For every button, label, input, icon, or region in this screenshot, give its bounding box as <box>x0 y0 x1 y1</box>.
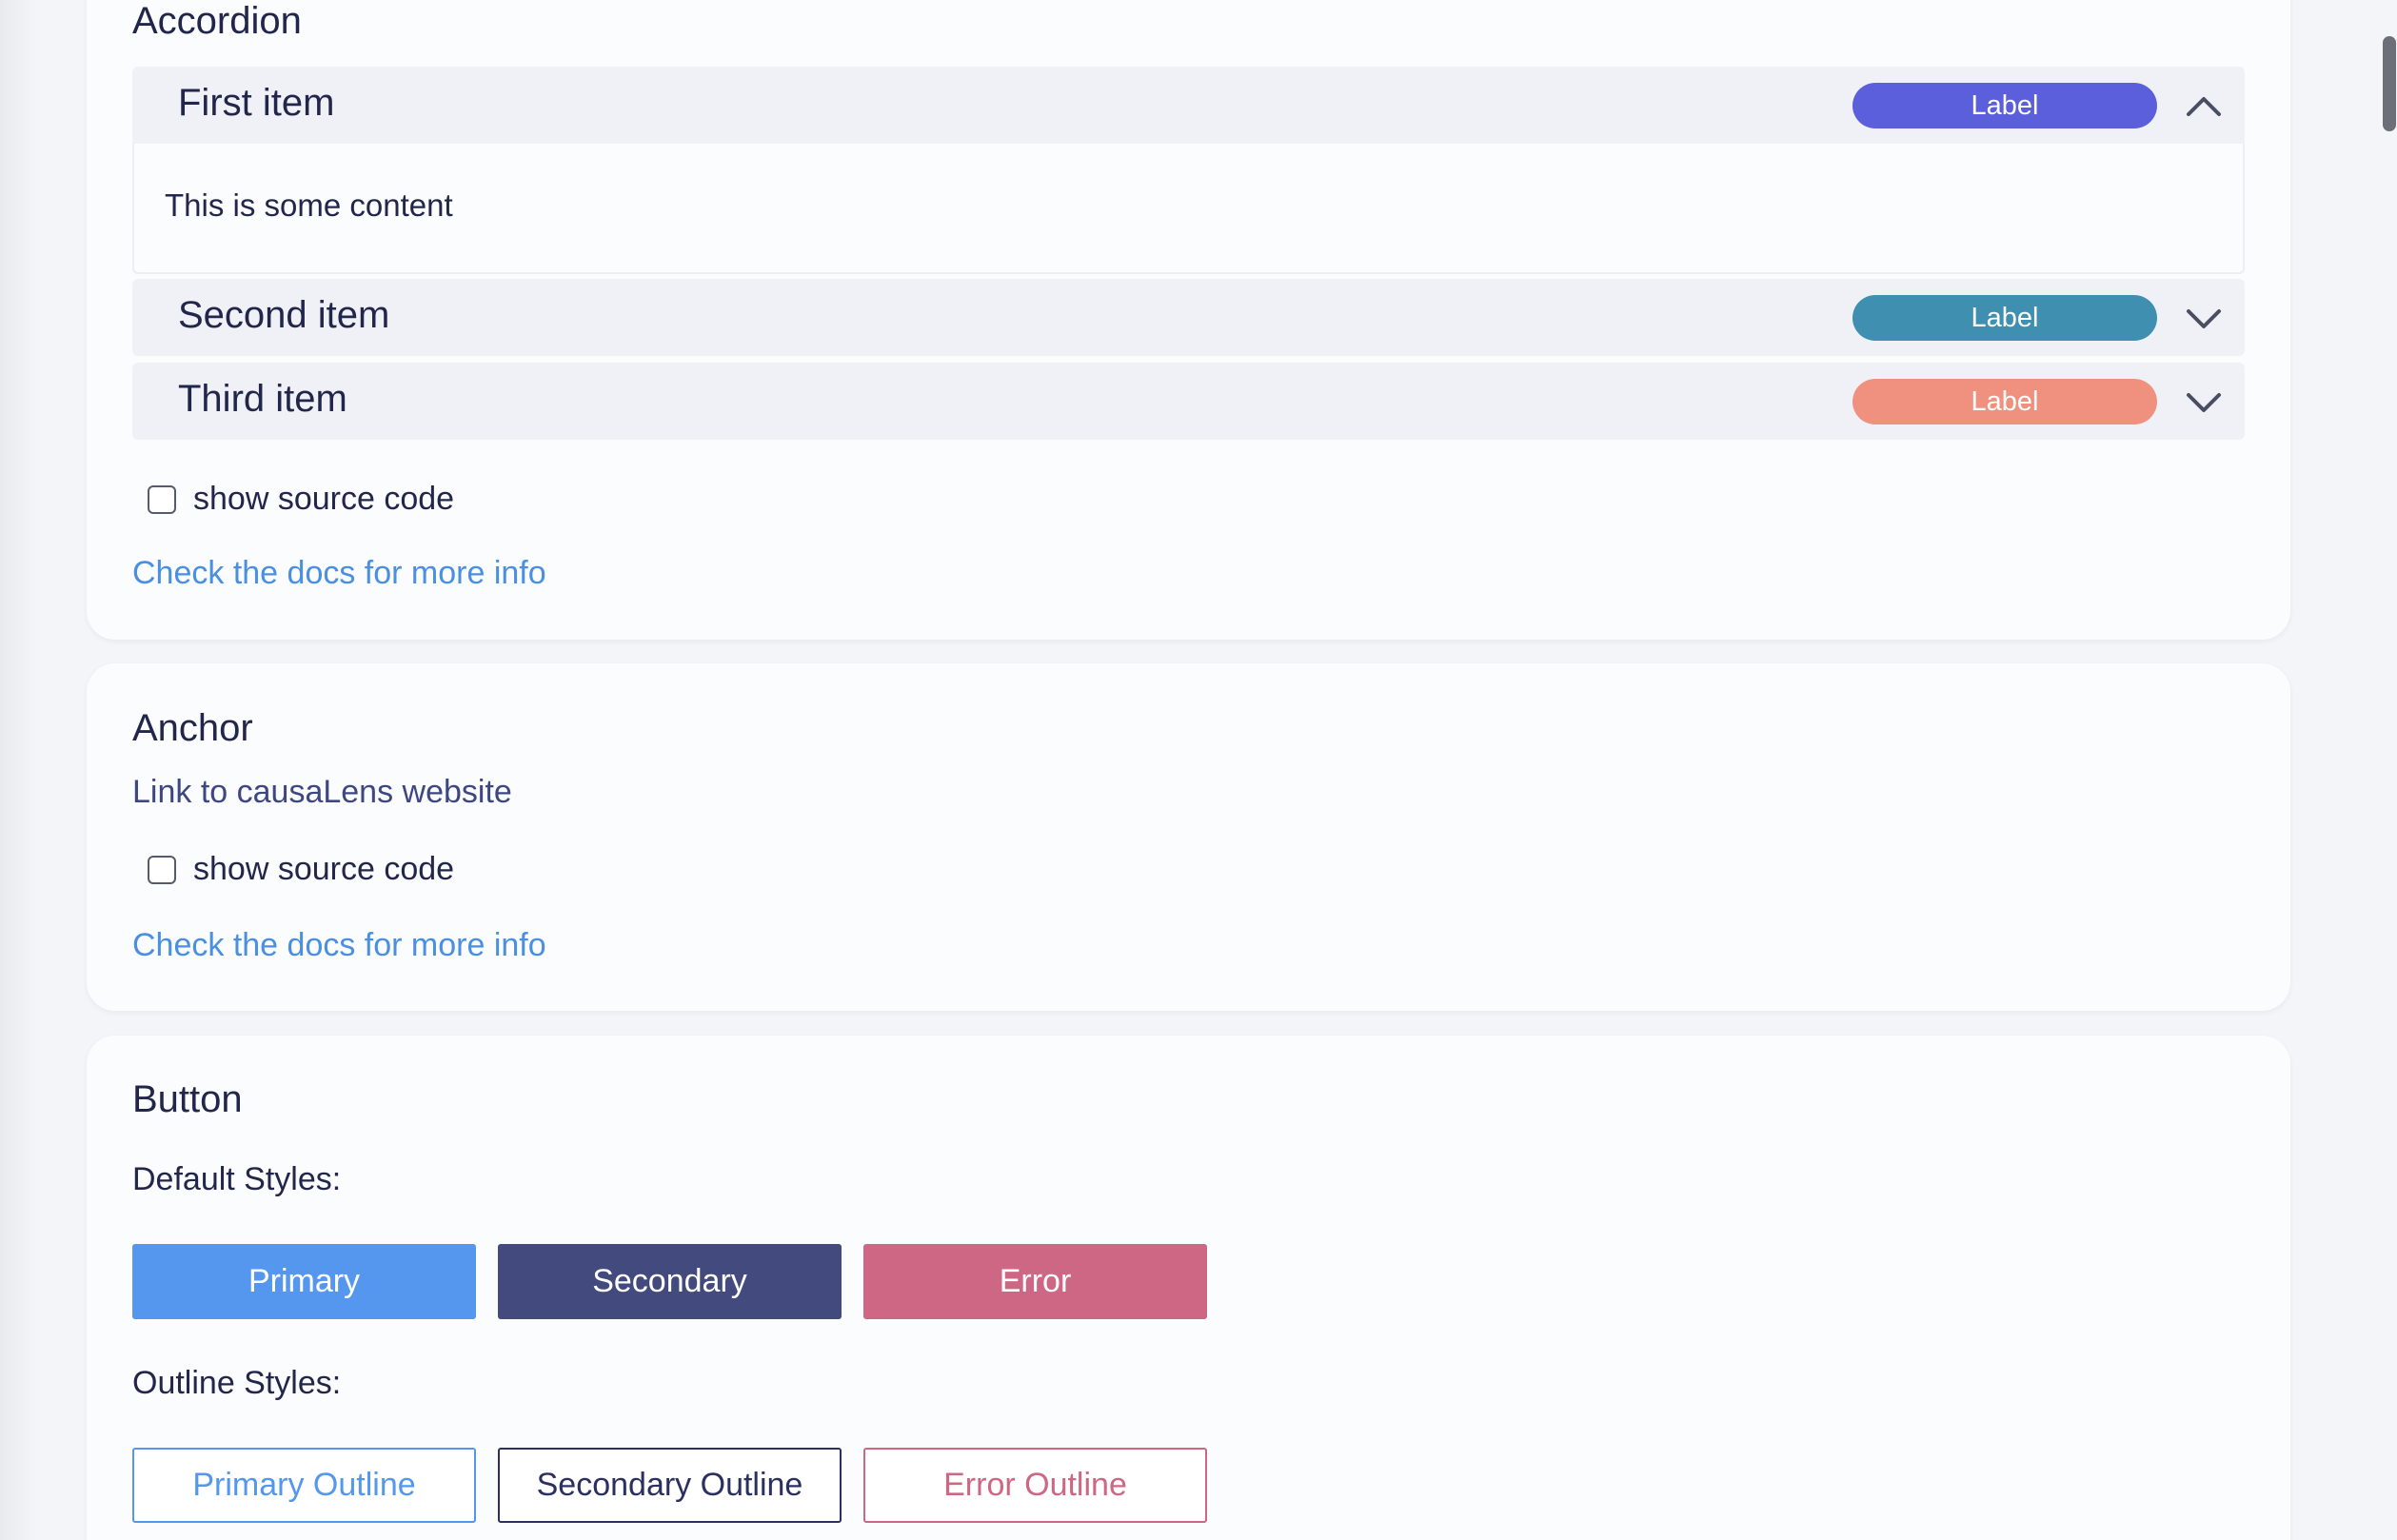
outline-styles-label: Outline Styles: <box>132 1365 342 1401</box>
button-section-title: Button <box>132 1078 243 1120</box>
accordion-content-text: This is some content <box>165 188 453 223</box>
accordion-item-title: Third item <box>178 378 347 420</box>
chevron-up-icon[interactable] <box>2184 88 2224 124</box>
accordion-item-title: First item <box>178 82 335 124</box>
error-outline-button[interactable]: Error Outline <box>863 1448 1207 1523</box>
docs-link[interactable]: Check the docs for more info <box>132 927 546 964</box>
show-source-toggle[interactable]: show source code <box>148 481 454 518</box>
error-button[interactable]: Error <box>863 1244 1207 1319</box>
chevron-down-icon[interactable] <box>2184 300 2224 336</box>
secondary-outline-button[interactable]: Secondary Outline <box>498 1448 842 1523</box>
accordion-title: Accordion <box>132 0 302 42</box>
causalens-link[interactable]: Link to causaLens website <box>132 774 512 811</box>
label-badge: Label <box>1852 83 2157 128</box>
page: Accordion First item Label This is some … <box>0 0 2397 1540</box>
show-source-label: show source code <box>193 851 455 887</box>
accordion-content-first: This is some content <box>132 144 2245 274</box>
anchor-title: Anchor <box>132 707 253 749</box>
label-badge: Label <box>1852 295 2157 341</box>
accordion-header-first[interactable]: First item Label <box>132 67 2245 144</box>
scrollbar-track[interactable] <box>2380 0 2397 1540</box>
checkbox-icon[interactable] <box>148 484 176 514</box>
show-source-toggle[interactable]: show source code <box>148 851 454 888</box>
accordion-item-title: Second item <box>178 294 390 336</box>
label-badge: Label <box>1852 379 2157 424</box>
scrollbar-thumb[interactable] <box>2383 36 2396 131</box>
show-source-label: show source code <box>193 481 455 517</box>
anchor-card: Anchor Link to causaLens website show so… <box>87 663 2290 1011</box>
accordion-item-first: First item Label This is some content <box>132 67 2245 274</box>
checkbox-icon[interactable] <box>148 855 176 884</box>
primary-button[interactable]: Primary <box>132 1244 476 1319</box>
accordion-header-third[interactable]: Third item Label <box>132 363 2245 440</box>
default-styles-label: Default Styles: <box>132 1161 342 1197</box>
secondary-button[interactable]: Secondary <box>498 1244 842 1319</box>
chevron-down-icon[interactable] <box>2184 384 2224 420</box>
accordion-card: Accordion First item Label This is some … <box>87 0 2290 640</box>
docs-link[interactable]: Check the docs for more info <box>132 555 546 592</box>
accordion-header-second[interactable]: Second item Label <box>132 279 2245 356</box>
primary-outline-button[interactable]: Primary Outline <box>132 1448 476 1523</box>
accordion-item-third: Third item Label <box>132 363 2245 440</box>
accordion-item-second: Second item Label <box>132 279 2245 356</box>
button-card: Button Default Styles: Primary Secondary… <box>87 1036 2290 1540</box>
